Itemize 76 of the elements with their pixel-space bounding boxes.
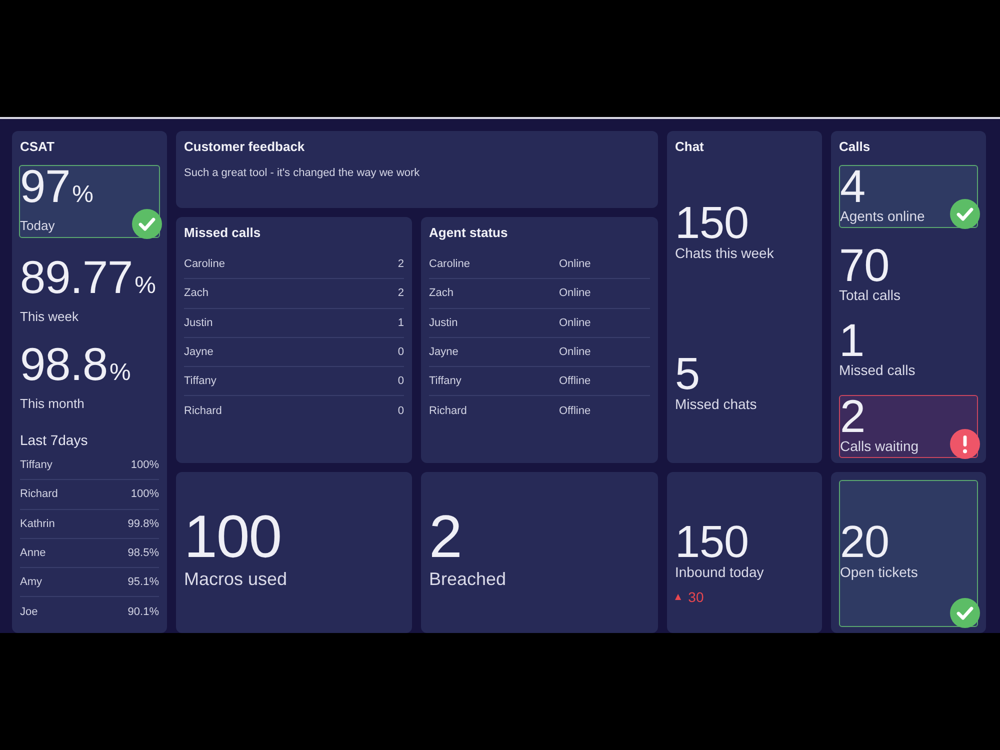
feedback-text: Such a great tool - it's changed the way we work [184, 166, 421, 180]
agent-name: Zach [429, 287, 454, 300]
status-text: Online [559, 346, 592, 358]
metric-label: Macros used [184, 568, 288, 590]
check-icon [950, 199, 980, 229]
card-title: Customer feedback [184, 139, 306, 155]
status-text: Offline [559, 405, 592, 418]
metric-label: Breached [429, 568, 508, 590]
agent-name: Justin [184, 316, 213, 329]
metric-value: 20 [840, 522, 890, 562]
metric-label: Total calls [839, 287, 902, 303]
card-title: Agent status [429, 225, 509, 241]
metric-value: 2 [429, 511, 462, 563]
agent-name: Richard [429, 405, 468, 418]
metric-value: 98.8% [20, 344, 132, 392]
call-count: 2 [398, 287, 404, 300]
agent-name: Joe [20, 606, 38, 618]
change-value: 30 [688, 589, 704, 605]
metric-value: 150 [675, 522, 749, 562]
call-count: 1 [398, 316, 404, 329]
metric-label: This week [20, 309, 80, 325]
agent-name: Jayne [429, 346, 460, 358]
call-count: 2 [398, 258, 404, 270]
agent-name: Anne [20, 547, 46, 560]
card-title: CSAT [20, 139, 56, 155]
metric-value: 1 [839, 320, 864, 360]
status-text: Online [559, 258, 592, 270]
score-value: 100% [130, 488, 159, 500]
agent-name: Justin [429, 316, 459, 329]
score-value: 100% [130, 459, 159, 472]
score-value: 90.1% [128, 606, 159, 618]
metric-value: 4 [840, 166, 866, 206]
agent-name: Richard [20, 488, 58, 500]
agent-name: Kathrin [20, 518, 55, 530]
agent-name: Richard [184, 405, 222, 418]
metric-label: This month [20, 396, 86, 412]
call-count: 0 [398, 405, 404, 418]
agent-name: Amy [20, 576, 42, 588]
metric-label: Calls waiting [840, 438, 920, 454]
metric-label: Today [20, 218, 56, 234]
card-title: Calls [839, 139, 872, 155]
card-title: Chat [675, 139, 705, 155]
call-count: 0 [398, 346, 404, 358]
call-count: 0 [398, 375, 404, 388]
section-title: Last 7days [20, 431, 89, 449]
status-text: Online [559, 287, 592, 300]
metric-label: Chats this week [675, 245, 775, 262]
metric-value: 70 [839, 245, 890, 285]
metric-value: 89.77% [20, 257, 157, 305]
exclamation-icon [950, 429, 980, 459]
check-icon [950, 598, 980, 628]
check-icon [132, 209, 162, 239]
metric-value: 97% [20, 166, 95, 214]
agent-name: Jayne [184, 346, 214, 358]
agent-name: Tiffany [184, 375, 216, 388]
metric-value: 150 [675, 203, 749, 243]
up-triangle-icon: ▲ [675, 593, 682, 601]
metric-label: Inbound today [675, 564, 765, 581]
metric-label: Open tickets [840, 564, 919, 581]
agent-name: Caroline [429, 258, 471, 270]
metric-label: Missed calls [839, 362, 916, 378]
status-text: Offline [559, 375, 592, 388]
agent-name: Caroline [184, 258, 225, 270]
metric-value: 5 [675, 354, 700, 394]
status-text: Online [559, 316, 592, 329]
score-value: 95.1% [128, 576, 159, 588]
metric-label: Missed chats [675, 396, 758, 413]
score-value: 99.8% [128, 518, 159, 530]
metric-label: Agents online [840, 208, 926, 224]
card-title: Missed calls [184, 225, 262, 241]
metric-value: 100 [184, 511, 282, 563]
agent-name: Tiffany [20, 459, 52, 472]
metric-value: 2 [840, 396, 866, 436]
score-value: 98.5% [128, 547, 159, 560]
agent-name: Zach [184, 287, 208, 300]
agent-name: Tiffany [429, 375, 462, 388]
